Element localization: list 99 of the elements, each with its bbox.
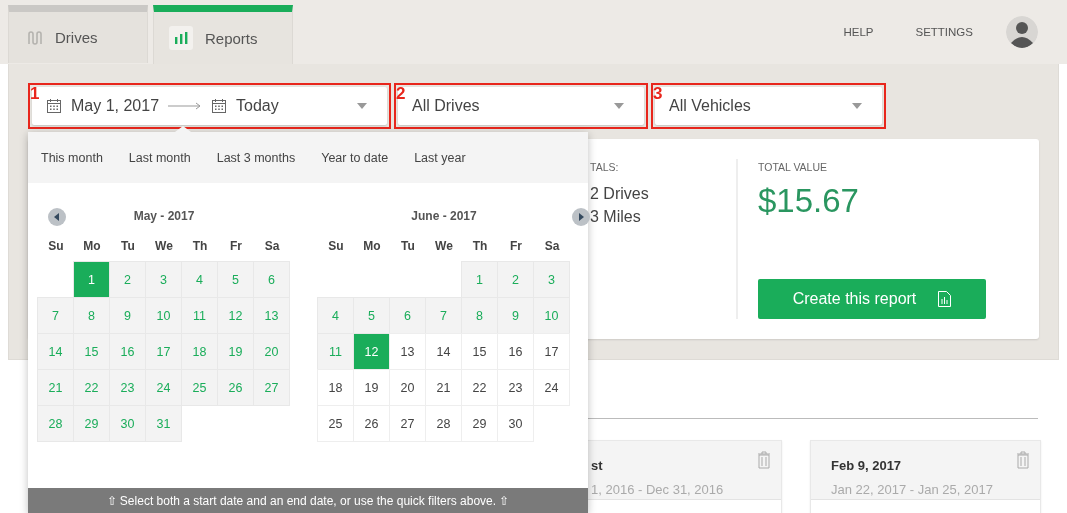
day-cell[interactable]: 7 [426, 298, 461, 333]
tab[interactable]: Reports [153, 5, 293, 64]
day-cell[interactable]: 4 [318, 298, 353, 333]
annotation-number: 1 [30, 85, 40, 102]
annotation-number: 3 [653, 85, 663, 102]
day-cell[interactable]: 25 [182, 370, 217, 405]
day-cell[interactable]: 29 [74, 406, 109, 441]
avatar-icon[interactable] [1006, 16, 1038, 48]
month-title: May - 2017 [133, 209, 195, 223]
weekday-label: Fr [229, 239, 243, 255]
quick-filter[interactable]: This month [41, 150, 103, 165]
report-icon [938, 291, 952, 307]
wave-icon [27, 29, 43, 46]
next-month-icon[interactable] [572, 208, 590, 226]
day-cell[interactable]: 16 [110, 334, 145, 369]
weekday-label: Tu [400, 239, 416, 255]
day-cell[interactable]: 23 [110, 370, 145, 405]
end-date: Today [236, 97, 279, 115]
caret-icon [357, 103, 367, 109]
bar-chart-icon [169, 26, 193, 50]
weekday-label: Th [191, 239, 209, 255]
day-cell[interactable]: 3 [146, 262, 181, 297]
previous-month-icon[interactable] [48, 208, 66, 226]
day-cell[interactable]: 2 [498, 262, 533, 297]
calendar-icon [46, 98, 62, 114]
annotation-number: 2 [396, 85, 406, 102]
day-cell[interactable]: 22 [74, 370, 109, 405]
quick-filter[interactable]: Year to date [321, 150, 389, 165]
day-cell[interactable]: 26 [218, 370, 253, 405]
day-cell[interactable]: 6 [390, 298, 425, 333]
report-title: st [591, 458, 604, 473]
weekday-label: We [434, 239, 454, 255]
report-dates: Jan 22, 2017 - Jan 25, 2017 [831, 482, 994, 497]
day-cell[interactable]: 19 [218, 334, 253, 369]
month-title: June - 2017 [411, 209, 477, 223]
day-cell[interactable]: 9 [498, 298, 533, 333]
quick-filter[interactable]: Last year [414, 150, 466, 165]
total-value: $15.67 [758, 182, 860, 220]
day-cell[interactable]: 21 [38, 370, 73, 405]
select-value: All Vehicles [669, 97, 751, 115]
day-cell[interactable]: 10 [534, 298, 569, 333]
day-cell[interactable]: 5 [354, 298, 389, 333]
tab[interactable]: Drives [8, 5, 148, 63]
day-cell[interactable]: 13 [254, 298, 289, 333]
report-dates: 1, 2016 - Dec 31, 2016 [591, 482, 725, 497]
total-text: 3 Miles [590, 207, 642, 227]
report-card[interactable]: Feb 9, 2017 Jan 22, 2017 - Jan 25, 2017 [810, 440, 1041, 513]
nav-link[interactable]: HELP [843, 26, 874, 38]
weekday-label: We [154, 239, 174, 255]
day-cell[interactable]: 8 [462, 298, 497, 333]
day-cell[interactable]: 28 [38, 406, 73, 441]
day-cell[interactable]: 4 [182, 262, 217, 297]
day-cell[interactable]: 11 [182, 298, 217, 333]
quick-filter[interactable]: Last 3 months [216, 150, 296, 165]
day-cell[interactable]: 12 [218, 298, 253, 333]
day-cell[interactable]: 20 [254, 334, 289, 369]
weekday-label: Su [47, 239, 65, 255]
total-value-label: TOTAL VALUE [758, 161, 829, 173]
hint-bar: ⇧ Select both a start date and an end date, or use the quick filters above. ⇧ [28, 488, 588, 513]
weekday-label: Tu [120, 239, 136, 255]
day-cell[interactable]: 27 [254, 370, 289, 405]
day-cell[interactable]: 3 [534, 262, 569, 297]
day-cell[interactable]: 11 [318, 334, 353, 369]
weekday-label: Mo [82, 239, 102, 255]
day-cell[interactable]: 1 [74, 262, 109, 297]
day-cell[interactable]: 9 [110, 298, 145, 333]
weekday-label: Su [327, 239, 345, 255]
day-cell[interactable]: 14 [38, 334, 73, 369]
weekday-label: Fr [509, 239, 523, 255]
nav-link[interactable]: SETTINGS [915, 26, 973, 38]
day-cell[interactable]: 12 [354, 334, 389, 369]
weekday-label: Mo [362, 239, 382, 255]
day-cell[interactable]: 1 [462, 262, 497, 297]
totals-label: TALS: [590, 161, 620, 173]
day-cell[interactable]: 18 [182, 334, 217, 369]
day-cell[interactable]: 24 [146, 370, 181, 405]
select-value: All Drives [412, 97, 480, 115]
start-date: May 1, 2017 [71, 97, 160, 115]
quick-filter[interactable]: Last month [128, 150, 191, 165]
day-cell[interactable]: 6 [254, 262, 289, 297]
day-cell[interactable]: 8 [74, 298, 109, 333]
weekday-label: Sa [263, 239, 281, 255]
day-cell[interactable]: 30 [110, 406, 145, 441]
day-cell[interactable]: 2 [110, 262, 145, 297]
day-cell[interactable]: 5 [218, 262, 253, 297]
arrow-right-icon [168, 102, 203, 110]
caret-icon [614, 103, 624, 109]
day-cell[interactable]: 17 [146, 334, 181, 369]
weekday-label: Sa [543, 239, 561, 255]
calendar-icon [211, 98, 228, 114]
day-cell[interactable]: 10 [146, 298, 181, 333]
caret-icon [852, 103, 862, 109]
weekday-label: Th [471, 239, 489, 255]
create-report-button[interactable]: Create this report [758, 279, 986, 319]
day-cell[interactable]: 7 [38, 298, 73, 333]
day-cell[interactable]: 15 [74, 334, 109, 369]
report-title: Feb 9, 2017 [831, 458, 903, 473]
day-cell[interactable]: 31 [146, 406, 181, 441]
total-text: 2 Drives [590, 184, 650, 204]
